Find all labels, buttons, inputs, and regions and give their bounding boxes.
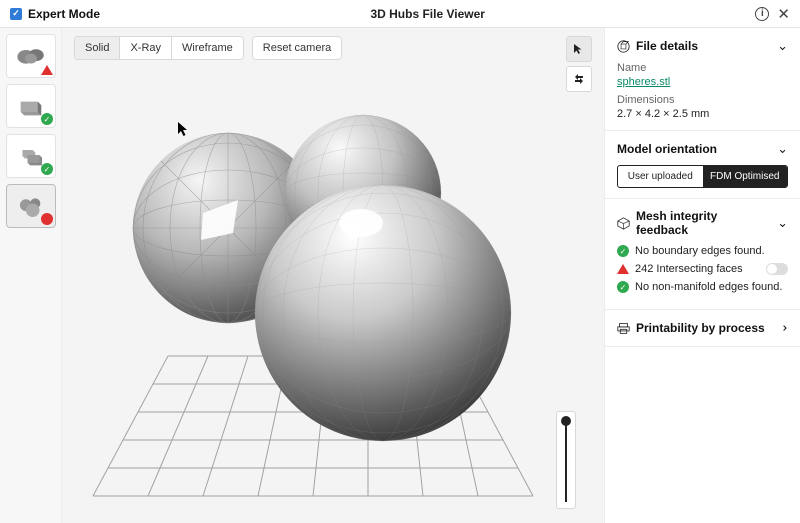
- mesh-feedback-0: ✓ No boundary edges found.: [617, 245, 788, 257]
- check-circle-icon: ✓: [617, 281, 629, 293]
- ok-badge-icon: ✓: [41, 113, 53, 125]
- name-label: Name: [617, 62, 788, 74]
- file-details-header[interactable]: File details ⌄: [617, 38, 788, 54]
- dims-value: 2.7 × 4.2 × 2.5 mm: [617, 108, 788, 120]
- orientation-header[interactable]: Model orientation ⌄: [617, 141, 788, 157]
- dims-label: Dimensions: [617, 94, 788, 106]
- slider-knob-icon[interactable]: [561, 416, 571, 426]
- printability-section: Printability by process ⌄: [605, 310, 800, 347]
- thumbnail-3[interactable]: [6, 184, 56, 228]
- right-panel: File details ⌄ Name spheres.stl Dimensio…: [604, 28, 800, 523]
- thumbnail-1[interactable]: ✓: [6, 84, 56, 128]
- file-name-link[interactable]: spheres.stl: [617, 76, 670, 88]
- warn-badge-icon: [41, 213, 53, 225]
- close-icon[interactable]: ✕: [777, 5, 790, 23]
- orientation-section: Model orientation ⌄ User uploaded FDM Op…: [605, 131, 800, 199]
- thumbnail-strip: ✓ ✓: [0, 28, 62, 523]
- file-icon: [617, 40, 630, 53]
- chevron-down-icon: ⌄: [777, 141, 788, 157]
- warning-triangle-icon: [617, 264, 629, 274]
- thumbnail-0[interactable]: [6, 34, 56, 78]
- scene-render: [62, 28, 604, 523]
- mesh-feedback-1: 242 Intersecting faces: [617, 263, 788, 275]
- orientation-fdm-optimised[interactable]: FDM Optimised: [703, 166, 788, 187]
- expert-mode-check-icon: ✓: [10, 8, 22, 20]
- orientation-user-uploaded[interactable]: User uploaded: [618, 166, 703, 187]
- info-icon[interactable]: i: [755, 7, 769, 21]
- titlebar: ✓ Expert Mode 3D Hubs File Viewer i ✕: [0, 0, 800, 28]
- chevron-down-icon: ⌄: [777, 38, 788, 54]
- error-badge-icon: [41, 65, 53, 75]
- expert-mode-label: Expert Mode: [28, 7, 100, 21]
- check-circle-icon: ✓: [617, 245, 629, 257]
- mesh-icon: [617, 217, 630, 230]
- orientation-segment: User uploaded FDM Optimised: [617, 165, 788, 188]
- chevron-right-icon: ⌄: [775, 323, 791, 334]
- thumbnail-2[interactable]: ✓: [6, 134, 56, 178]
- intersecting-faces-toggle[interactable]: [766, 263, 788, 275]
- printability-header[interactable]: Printability by process ⌄: [617, 320, 788, 336]
- ok-badge-icon: ✓: [41, 163, 53, 175]
- mesh-feedback-2: ✓ No non-manifold edges found.: [617, 281, 788, 293]
- printer-icon: [617, 322, 630, 335]
- section-slider[interactable]: [556, 411, 576, 509]
- app-title: 3D Hubs File Viewer: [100, 7, 755, 21]
- mesh-integrity-section: Mesh integrity feedback ⌄ ✓ No boundary …: [605, 199, 800, 310]
- chevron-down-icon: ⌄: [777, 215, 788, 231]
- mesh-integrity-header[interactable]: Mesh integrity feedback ⌄: [617, 209, 788, 237]
- 3d-viewport[interactable]: Solid X-Ray Wireframe Reset camera: [62, 28, 604, 523]
- file-details-section: File details ⌄ Name spheres.stl Dimensio…: [605, 28, 800, 131]
